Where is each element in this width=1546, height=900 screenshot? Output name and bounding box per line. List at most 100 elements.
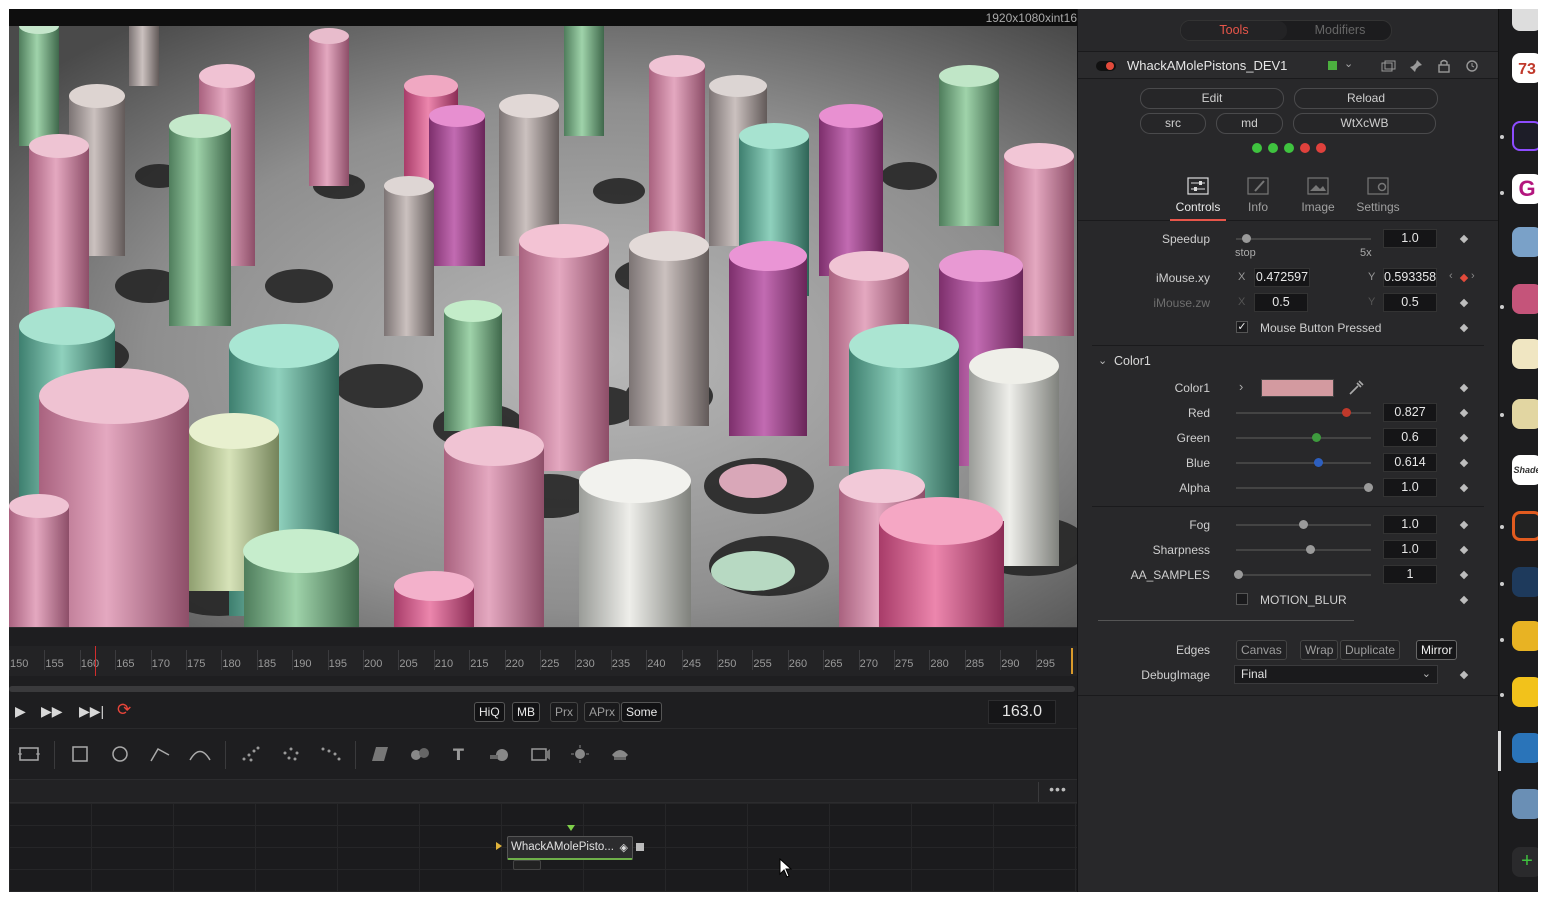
- speedup-value-field[interactable]: 1.0: [1383, 229, 1437, 248]
- edges-option-duplicate[interactable]: Duplicate: [1340, 640, 1401, 660]
- render-end-marker[interactable]: [1071, 648, 1073, 674]
- debug-image-select[interactable]: Final ⌄: [1234, 665, 1438, 684]
- edit-button[interactable]: Edit: [1140, 88, 1284, 109]
- alpha-keyframe-icon[interactable]: [1459, 483, 1469, 493]
- spotlight-3d-icon[interactable]: [568, 743, 592, 765]
- green-knob[interactable]: [1312, 433, 1321, 442]
- reload-button[interactable]: Reload: [1294, 88, 1438, 109]
- time-ruler[interactable]: 150 155 160 165 170 175 180 185 190 195 200 205 210 2…: [9, 646, 1077, 676]
- color1-keyframe-icon[interactable]: [1459, 383, 1469, 393]
- red-slider[interactable]: [1236, 412, 1371, 414]
- dock-app-clapper-icon[interactable]: [1512, 621, 1538, 651]
- dock-app-nerd-icon[interactable]: [1512, 399, 1538, 429]
- speedup-slider[interactable]: [1236, 238, 1371, 240]
- imouse-z-field[interactable]: 0.5: [1254, 293, 1308, 312]
- motion-blur-checkbox[interactable]: [1236, 593, 1248, 605]
- render-image[interactable]: [9, 26, 1077, 627]
- red-keyframe-icon[interactable]: [1459, 408, 1469, 418]
- lock-icon[interactable]: [1436, 58, 1452, 74]
- keyframe-next-icon[interactable]: ›: [1471, 270, 1475, 282]
- blue-knob[interactable]: [1313, 458, 1323, 467]
- dock-app-shadertoy-icon[interactable]: Shade: [1512, 455, 1538, 485]
- imouse-x-field[interactable]: 0.472597: [1254, 268, 1310, 287]
- loop-icon[interactable]: ⟳: [117, 700, 131, 720]
- eyedropper-icon[interactable]: [1348, 380, 1364, 396]
- playhead[interactable]: [95, 646, 96, 676]
- quality-button-aprx[interactable]: APrx: [584, 702, 621, 722]
- edges-option-wrap[interactable]: Wrap: [1300, 640, 1339, 660]
- tool-color-chip[interactable]: [1328, 61, 1337, 70]
- sharpness-knob[interactable]: [1305, 545, 1315, 554]
- green-keyframe-icon[interactable]: [1459, 433, 1469, 443]
- blue-keyframe-icon[interactable]: [1459, 458, 1469, 468]
- color-swatch[interactable]: [1261, 379, 1334, 397]
- mouse-pressed-keyframe-icon[interactable]: [1459, 323, 1469, 333]
- dock-app-g-icon[interactable]: G: [1512, 174, 1538, 204]
- pin-icon[interactable]: [1408, 58, 1424, 74]
- sharpness-slider[interactable]: [1236, 549, 1371, 551]
- node-input-port[interactable]: [496, 842, 502, 850]
- tab-settings[interactable]: Settings: [1350, 171, 1406, 221]
- dock-app-earth-icon[interactable]: [1512, 567, 1538, 597]
- tab-image[interactable]: Image: [1290, 171, 1346, 221]
- tab-info[interactable]: Info: [1230, 171, 1286, 221]
- dock-app-blender-icon[interactable]: [1512, 511, 1538, 541]
- aa-samples-slider[interactable]: [1236, 574, 1371, 576]
- sharpness-value-field[interactable]: 1.0: [1383, 540, 1437, 559]
- color-group-title[interactable]: Color1: [1114, 354, 1151, 368]
- mouse-pressed-checkbox[interactable]: ✓: [1236, 321, 1248, 333]
- green-slider[interactable]: [1236, 437, 1371, 439]
- node-mask-input[interactable]: [567, 825, 575, 831]
- fog-knob[interactable]: [1299, 520, 1308, 529]
- current-frame-field[interactable]: 163.0: [988, 700, 1056, 724]
- dock-app-calendar-icon[interactable]: 73: [1512, 53, 1538, 83]
- play-icon[interactable]: ▶: [15, 703, 26, 720]
- aa-samples-keyframe-icon[interactable]: [1459, 570, 1469, 580]
- quality-button-prx[interactable]: Prx: [550, 702, 578, 722]
- particle-force-icon[interactable]: [319, 743, 343, 765]
- merge-3d-icon[interactable]: [408, 743, 432, 765]
- red-value-field[interactable]: 0.827: [1383, 403, 1437, 422]
- green-value-field[interactable]: 0.6: [1383, 428, 1437, 447]
- edges-option-mirror[interactable]: Mirror: [1416, 640, 1458, 660]
- red-knob[interactable]: [1341, 408, 1351, 417]
- node-view-buttons[interactable]: [513, 860, 541, 870]
- alpha-slider[interactable]: [1236, 487, 1371, 489]
- node-passthrough-icon[interactable]: ◈: [620, 841, 628, 854]
- node-output-port[interactable]: [636, 843, 644, 851]
- renderer-3d-icon[interactable]: [608, 743, 632, 765]
- polygon-mask-icon[interactable]: [148, 743, 172, 765]
- shader-node[interactable]: WhackAMolePisto... ◈: [507, 836, 633, 860]
- text-3d-icon[interactable]: T: [448, 743, 472, 765]
- tab-tools[interactable]: Tools: [1181, 21, 1287, 40]
- shape-3d-icon[interactable]: [488, 743, 512, 765]
- keyframe-prev-icon[interactable]: ‹: [1449, 270, 1453, 282]
- aa-samples-knob[interactable]: [1234, 570, 1243, 579]
- particle-render-icon[interactable]: [279, 743, 303, 765]
- particle-emitter-icon[interactable]: [239, 743, 263, 765]
- debug-image-keyframe-icon[interactable]: [1459, 670, 1469, 680]
- viewer[interactable]: 1920x1080xint16: [9, 9, 1077, 627]
- alpha-value-field[interactable]: 1.0: [1383, 478, 1437, 497]
- sharpness-keyframe-icon[interactable]: [1459, 545, 1469, 555]
- chevron-down-icon[interactable]: ⌄: [1098, 354, 1107, 367]
- edges-option-canvas[interactable]: Canvas: [1236, 640, 1287, 660]
- tab-controls[interactable]: Controls: [1170, 171, 1226, 221]
- md-button[interactable]: md: [1216, 113, 1283, 134]
- aa-samples-value-field[interactable]: 1: [1383, 565, 1437, 584]
- camera-3d-icon[interactable]: [528, 743, 552, 765]
- fog-keyframe-icon[interactable]: [1459, 520, 1469, 530]
- more-options-icon[interactable]: •••: [1045, 782, 1071, 801]
- chevron-right-icon[interactable]: ›: [1239, 379, 1243, 394]
- transform-tool-icon[interactable]: [17, 743, 41, 765]
- rectangle-mask-icon[interactable]: [68, 743, 92, 765]
- node-editor[interactable]: WhackAMolePisto... ◈: [9, 803, 1077, 892]
- tab-modifiers[interactable]: Modifiers: [1287, 21, 1393, 40]
- src-button[interactable]: src: [1140, 113, 1206, 134]
- bspline-mask-icon[interactable]: [188, 743, 212, 765]
- blue-value-field[interactable]: 0.614: [1383, 453, 1437, 472]
- dock-app-obsidian-icon[interactable]: [1512, 121, 1538, 151]
- dock-app-cartoon-icon[interactable]: [1512, 339, 1538, 369]
- timeline[interactable]: 150 155 160 165 170 175 180 185 190 195 200 205 210 2…: [9, 627, 1077, 695]
- chevron-down-icon[interactable]: ⌄: [1344, 57, 1353, 70]
